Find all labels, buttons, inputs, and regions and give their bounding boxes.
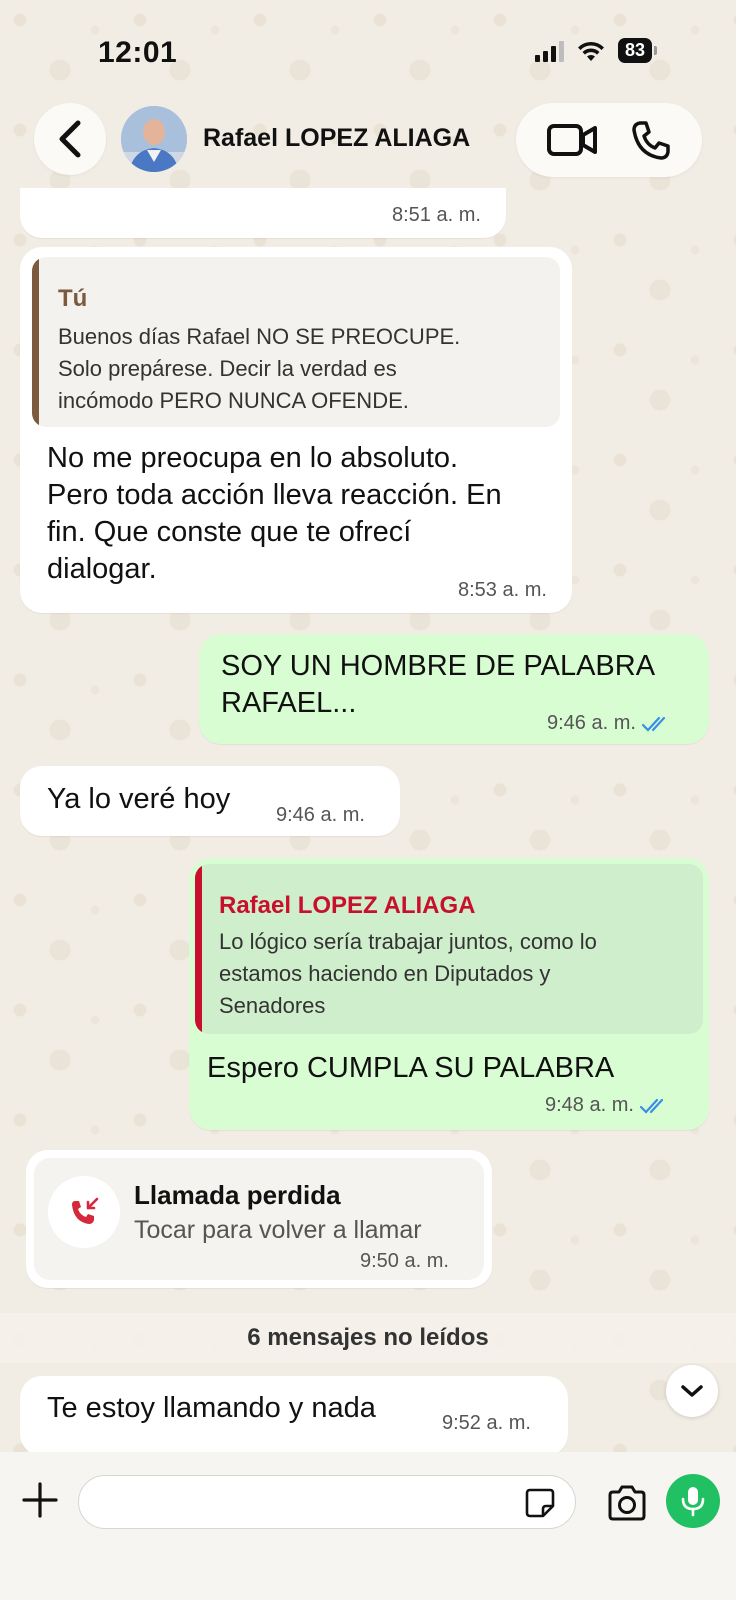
unread-messages-banner: 6 mensajes no leídos	[0, 1313, 736, 1363]
quoted-text-line: Senadores	[219, 993, 326, 1018]
voice-message-button[interactable]	[666, 1474, 720, 1528]
message-text: Ya lo veré hoy	[47, 783, 231, 815]
scroll-to-bottom-button[interactable]	[666, 1365, 718, 1417]
quoted-text-line: Lo lógico sería trabajar juntos, como lo	[219, 929, 597, 954]
message-text: SOY UN HOMBRE DE PALABRA RAFAEL...	[221, 648, 655, 722]
cellular-signal-icon	[534, 40, 564, 62]
camera-icon	[608, 1485, 646, 1521]
message-input[interactable]	[78, 1475, 576, 1529]
quoted-message[interactable]: Rafael LOPEZ ALIAGA Lo lógico sería trab…	[195, 864, 703, 1034]
missed-call-icon	[72, 1197, 99, 1224]
battery-indicator: 83	[617, 38, 658, 63]
message-time: 9:46 a. m.	[276, 804, 365, 826]
quoted-author: Rafael LOPEZ ALIAGA	[219, 892, 476, 919]
quoted-text: Buenos días Rafael NO SE PREOCUPE. Solo …	[58, 321, 460, 417]
message-line: No me preocupa en lo absoluto.	[47, 442, 459, 474]
message-time: 8:51 a. m.	[392, 204, 481, 226]
sticker-icon	[525, 1488, 555, 1518]
message-line: Pero toda acción lleva reacción. En	[47, 479, 502, 511]
message-text: No me preocupa en lo absoluto. Pero toda…	[47, 440, 502, 588]
video-call-icon[interactable]	[546, 122, 598, 158]
message-bubble-incoming[interactable]: 8:51 a. m.	[20, 188, 506, 238]
call-actions	[516, 103, 702, 177]
quote-accent-bar	[32, 257, 39, 427]
quoted-text: Lo lógico sería trabajar juntos, como lo…	[219, 926, 597, 1022]
read-ticks-icon	[641, 716, 666, 732]
quoted-author: Tú	[58, 285, 88, 312]
quote-accent-bar	[195, 864, 202, 1034]
quoted-text-line: Buenos días Rafael NO SE PREOCUPE.	[58, 324, 461, 349]
status-time: 12:01	[98, 36, 178, 69]
message-text: Te estoy llamando y nada	[47, 1392, 376, 1424]
message-time-label: 9:46 a. m.	[547, 712, 636, 734]
camera-button[interactable]	[606, 1485, 648, 1521]
message-bubble-outgoing[interactable]: Rafael LOPEZ ALIAGA Lo lógico sería trab…	[189, 858, 709, 1130]
message-bubble-outgoing[interactable]: SOY UN HOMBRE DE PALABRA RAFAEL... 9:46 …	[199, 634, 709, 744]
message-time: 8:53 a. m.	[458, 579, 547, 601]
message-time: 9:52 a. m.	[442, 1412, 531, 1434]
message-bubble-incoming[interactable]: Tú Buenos días Rafael NO SE PREOCUPE. So…	[20, 247, 572, 613]
wifi-icon	[577, 41, 604, 61]
back-button[interactable]	[34, 103, 106, 175]
contact-photo	[121, 106, 187, 172]
chevron-down-icon	[681, 1385, 703, 1397]
microphone-icon	[681, 1487, 705, 1517]
quoted-text-line: incómodo PERO NUNCA OFENDE.	[58, 388, 409, 413]
missed-call-icon-wrap	[48, 1176, 120, 1248]
quoted-text-line: estamos haciendo en Diputados y	[219, 961, 551, 986]
status-icons: 83	[534, 38, 658, 63]
message-bubble-incoming[interactable]: Ya lo veré hoy 9:46 a. m.	[20, 766, 400, 836]
quoted-message[interactable]: Tú Buenos días Rafael NO SE PREOCUPE. So…	[32, 257, 560, 427]
message-time: 9:46 a. m.	[547, 712, 672, 735]
contact-avatar[interactable]	[121, 106, 187, 172]
missed-call-card[interactable]: Llamada perdida Tocar para volver a llam…	[34, 1158, 484, 1280]
missed-call-subtitle: Tocar para volver a llamar	[134, 1216, 422, 1244]
message-text: Espero CUMPLA SU PALABRA	[207, 1052, 615, 1084]
missed-call-bubble[interactable]: Llamada perdida Tocar para volver a llam…	[26, 1150, 492, 1288]
read-ticks-icon	[639, 1098, 664, 1114]
message-line: SOY UN HOMBRE DE PALABRA	[221, 650, 656, 682]
chevron-left-icon	[59, 120, 81, 158]
voice-call-icon[interactable]	[630, 119, 672, 161]
message-line: dialogar.	[47, 553, 157, 585]
attach-button[interactable]	[20, 1480, 60, 1520]
message-time-label: 9:48 a. m.	[545, 1094, 634, 1116]
message-time: 9:48 a. m.	[545, 1094, 670, 1117]
missed-call-title: Llamada perdida	[134, 1180, 341, 1210]
message-bubble-incoming[interactable]: Te estoy llamando y nada 9:52 a. m.	[20, 1376, 568, 1456]
message-line: fin. Que conste que te ofrecí	[47, 516, 412, 548]
sticker-button[interactable]	[524, 1487, 556, 1519]
contact-name[interactable]: Rafael LOPEZ ALIAGA	[203, 124, 470, 153]
quoted-text-line: Solo prepárese. Decir la verdad es	[58, 356, 397, 381]
plus-icon	[22, 1482, 58, 1518]
message-time: 9:50 a. m.	[360, 1250, 449, 1272]
